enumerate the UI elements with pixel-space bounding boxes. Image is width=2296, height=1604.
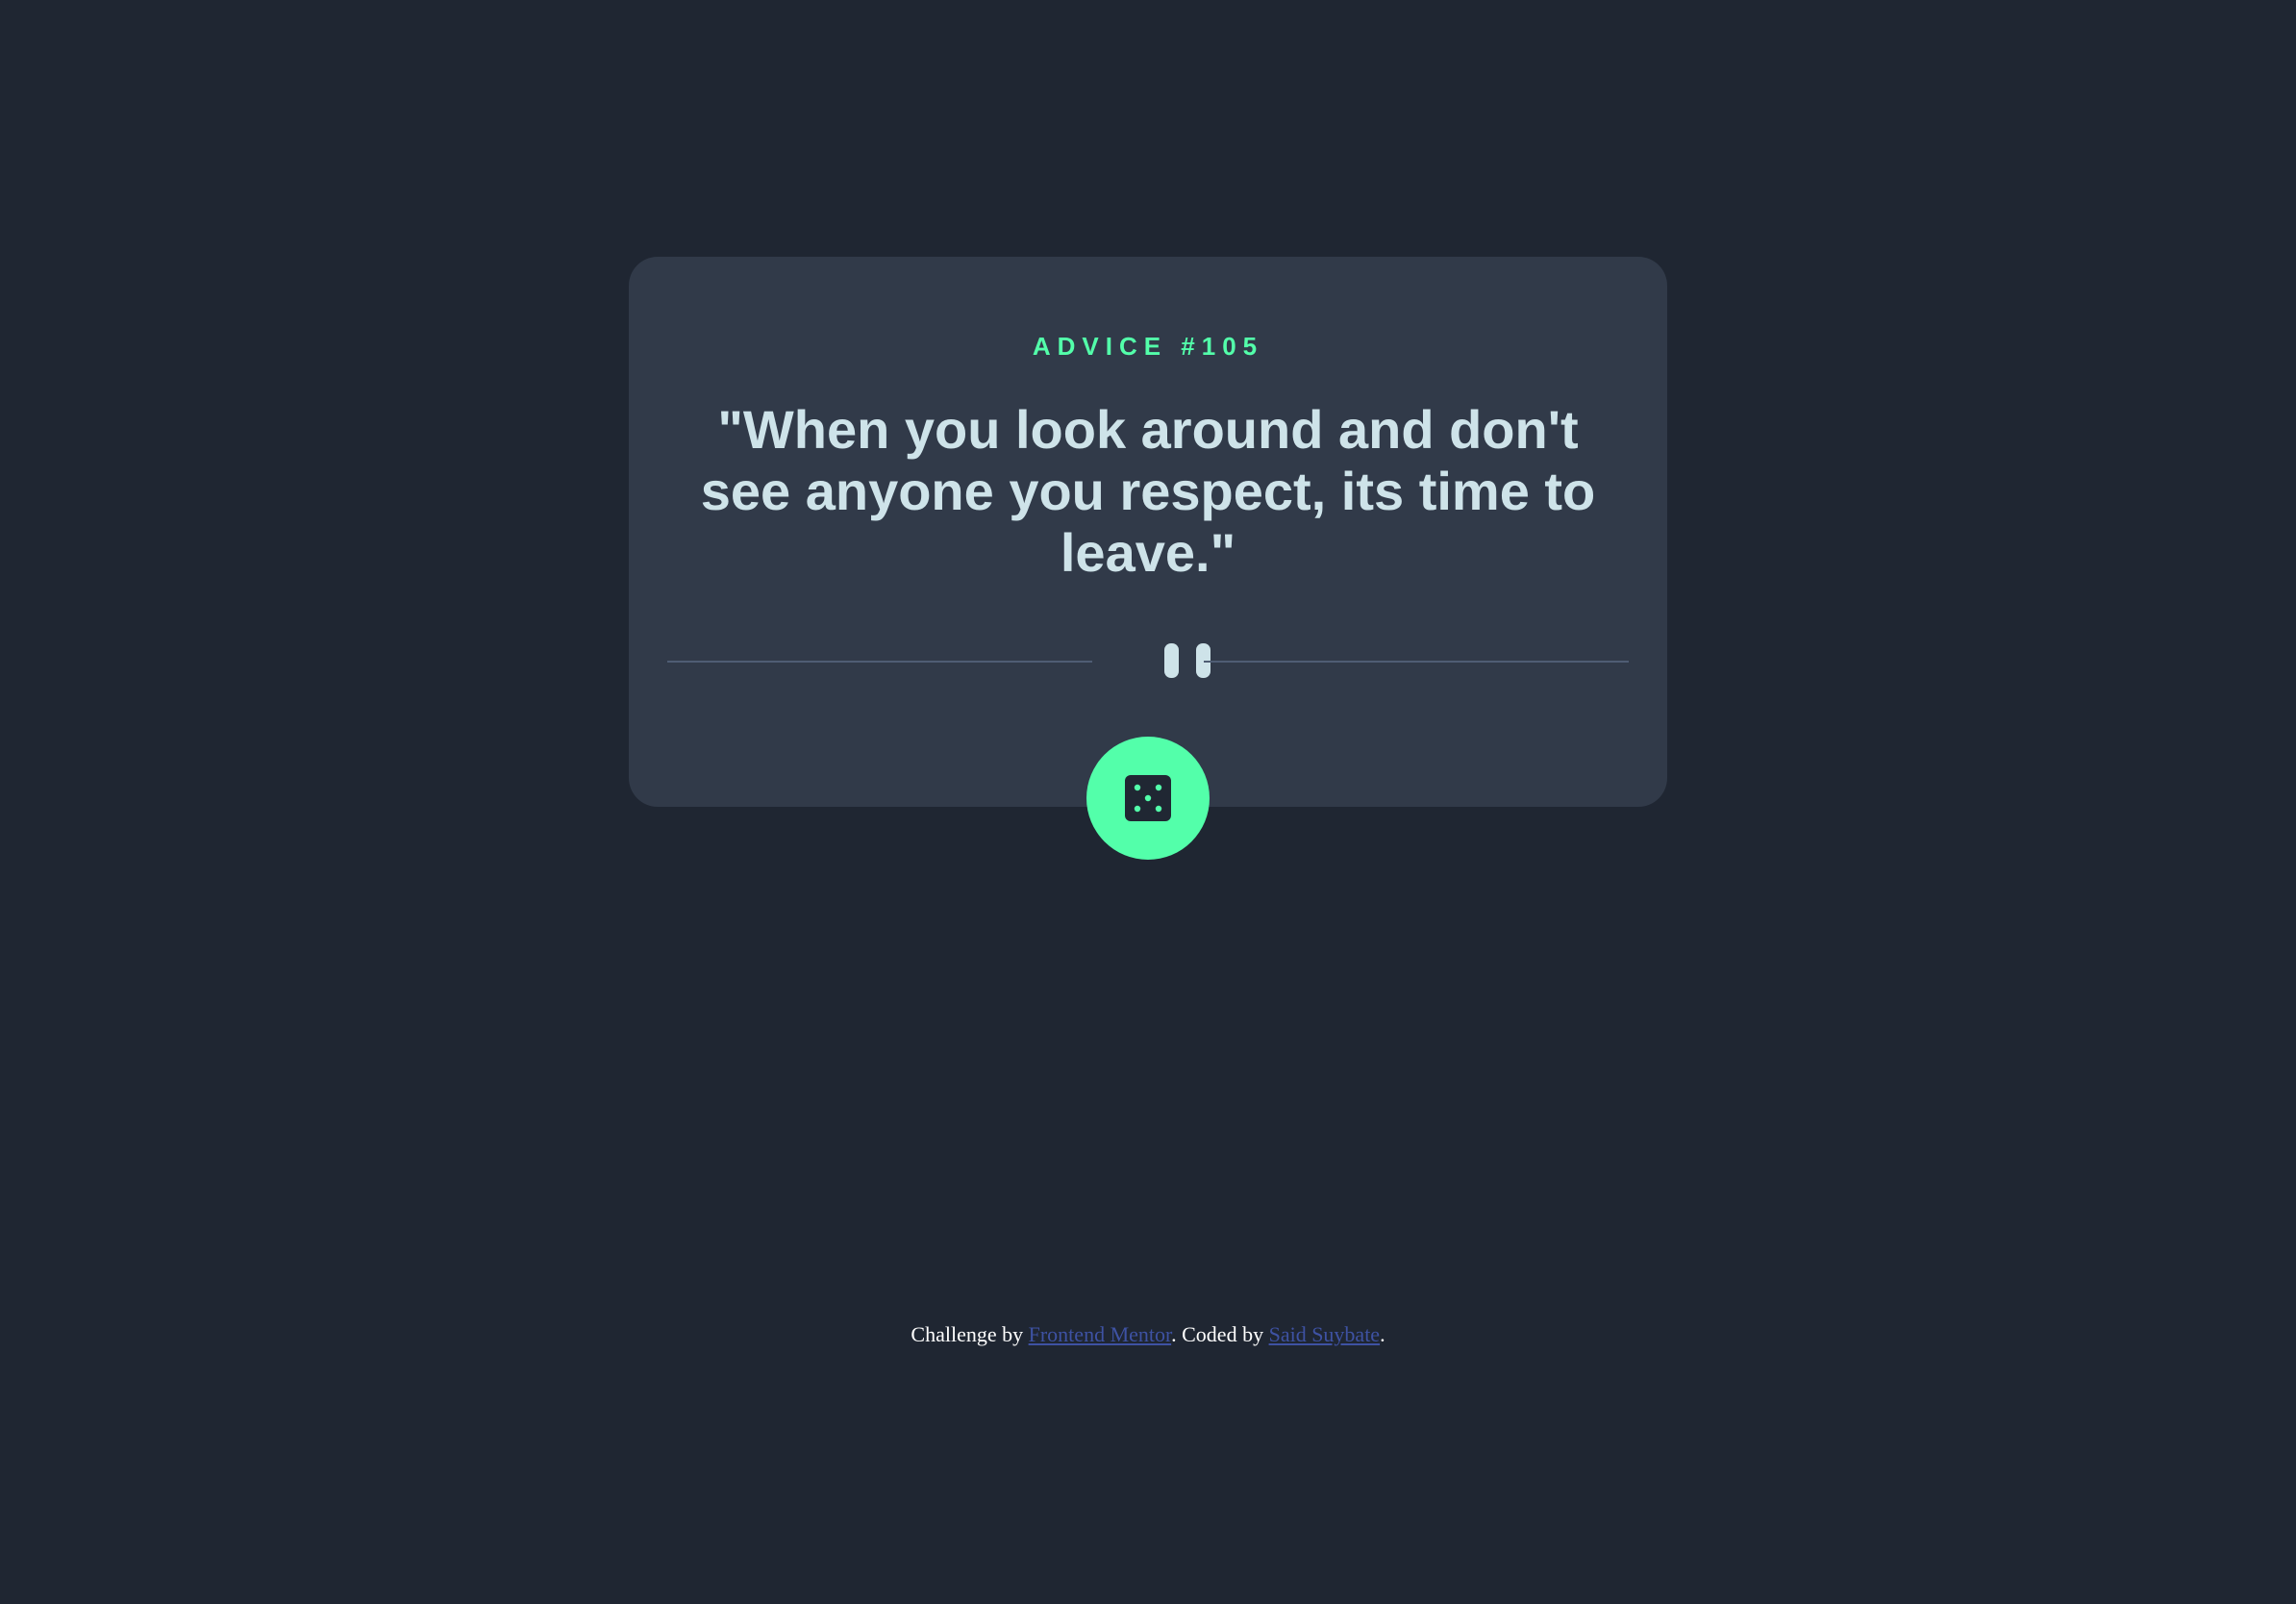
advice-card: ADVICE #105 "When you look around and do…	[629, 257, 1667, 807]
pattern-divider	[667, 641, 1629, 680]
footer-prefix: Challenge by	[911, 1322, 1029, 1346]
divider-line-left	[667, 661, 1092, 663]
author-link[interactable]: Said Suybate	[1269, 1322, 1381, 1346]
divider-line-right	[1204, 661, 1629, 663]
pause-bar-left	[1164, 643, 1179, 678]
footer-middle: . Coded by	[1171, 1322, 1269, 1346]
new-advice-button[interactable]	[1086, 737, 1210, 860]
frontend-mentor-link[interactable]: Frontend Mentor	[1029, 1322, 1172, 1346]
advice-quote: "When you look around and don't see anyo…	[700, 399, 1596, 583]
advice-number: ADVICE #105	[1032, 332, 1264, 361]
footer-suffix: .	[1380, 1322, 1385, 1346]
attribution-footer: Challenge by Frontend Mentor. Coded by S…	[0, 1321, 2296, 1348]
dice-icon	[1125, 775, 1171, 821]
